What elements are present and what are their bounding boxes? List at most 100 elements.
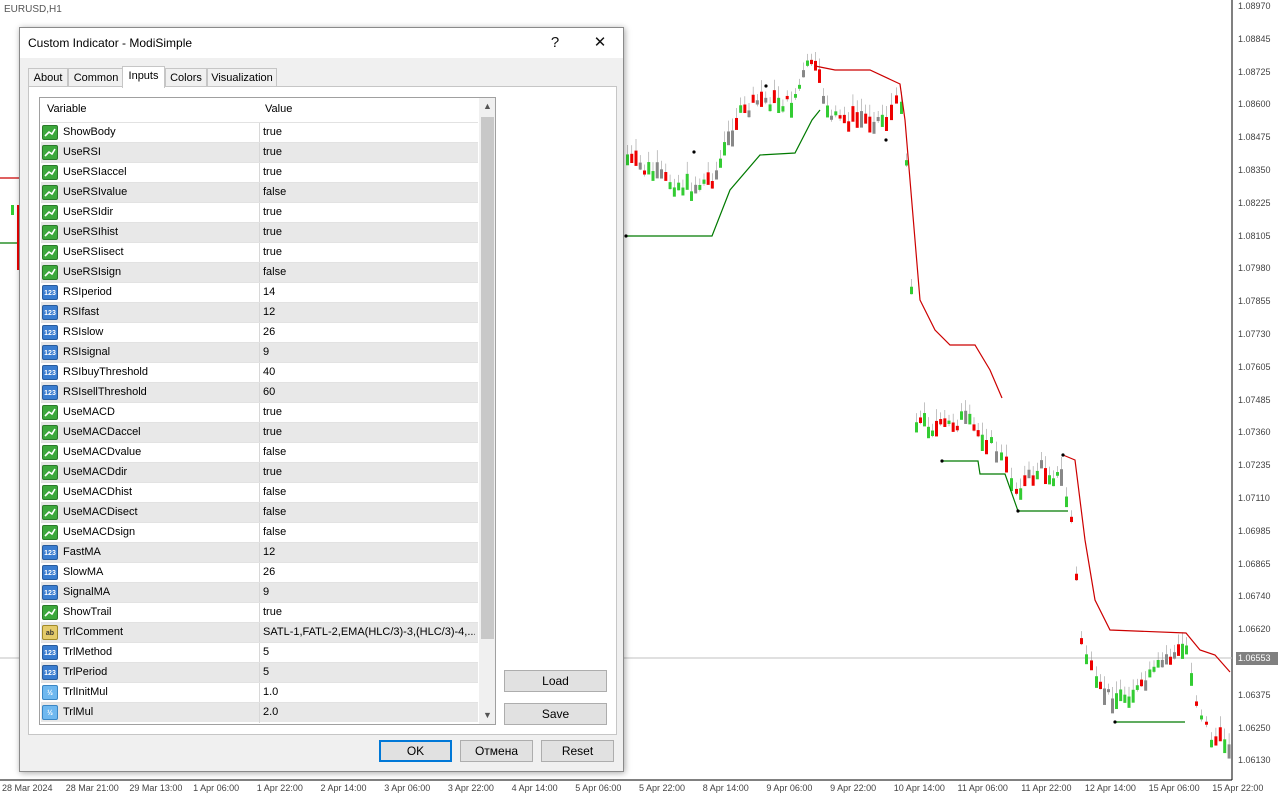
parameter-value[interactable]: 5 (263, 666, 475, 678)
parameter-value[interactable]: true (263, 466, 475, 478)
tab-about[interactable]: About (28, 68, 68, 87)
table-scrollbar[interactable]: ▲ ▼ (479, 98, 495, 724)
parameter-value[interactable]: true (263, 166, 475, 178)
parameter-row[interactable]: 123 RSIslow 26 (41, 322, 478, 343)
parameter-row[interactable]: 123 TrlPeriod 5 (41, 662, 478, 683)
parameter-row[interactable]: UseRSIvalue false (41, 182, 478, 203)
parameter-value[interactable]: 40 (263, 366, 475, 378)
time-axis-label: 12 Apr 14:00 (1084, 783, 1136, 793)
parameter-value[interactable]: false (263, 506, 475, 518)
parameter-value[interactable]: 2.0 (263, 706, 475, 718)
scroll-up-icon[interactable]: ▲ (479, 98, 495, 115)
parameter-row[interactable]: 123 RSIsignal 9 (41, 342, 478, 363)
parameter-row[interactable]: UseRSIdir true (41, 202, 478, 223)
parameter-name: RSIperiod (63, 286, 112, 298)
current-price-tag: 1.06553 (1236, 652, 1278, 665)
parameter-row[interactable]: ½ TrlMul 2.0 (41, 702, 478, 723)
parameter-row[interactable]: 123 SlowMA 26 (41, 562, 478, 583)
parameter-value[interactable]: true (263, 246, 475, 258)
dialog-title: Custom Indicator - ModiSimple (28, 36, 193, 50)
parameter-value[interactable]: true (263, 126, 475, 138)
time-axis-label: 5 Apr 06:00 (575, 783, 622, 793)
parameter-value[interactable]: true (263, 206, 475, 218)
parameter-value[interactable]: true (263, 426, 475, 438)
dialog-titlebar[interactable]: Custom Indicator - ModiSimple ? ✕ (20, 28, 623, 58)
tab-colors[interactable]: Colors (165, 68, 207, 87)
parameter-row[interactable]: ½ TrlInitMul 1.0 (41, 682, 478, 703)
load-button[interactable]: Load (504, 670, 607, 692)
close-button[interactable]: ✕ (580, 28, 620, 58)
parameter-name: RSIsignal (63, 346, 111, 358)
candle-body (694, 184, 698, 194)
parameter-value[interactable]: 26 (263, 326, 475, 338)
column-divider (259, 183, 260, 203)
parameter-row[interactable]: UseRSIhist true (41, 222, 478, 243)
parameters-table: Variable Value ShowBody true UseRSI true Use… (39, 97, 496, 725)
candle-body (919, 417, 922, 424)
reset-button[interactable]: Reset (541, 740, 614, 762)
parameter-row[interactable]: UseMACDaccel true (41, 422, 478, 443)
parameter-value[interactable]: SATL-1,FATL-2,EMA(HLC/3)-3,(HLC/3)-4,... (263, 626, 475, 638)
parameter-value[interactable]: 12 (263, 546, 475, 558)
trail-start-dot (624, 234, 628, 238)
parameter-row[interactable]: UseRSI true (41, 142, 478, 163)
parameter-value[interactable]: 60 (263, 386, 475, 398)
parameter-row[interactable]: UseMACDdir true (41, 462, 478, 483)
parameter-value[interactable]: false (263, 486, 475, 498)
candle-body (885, 117, 888, 131)
tab-visualization[interactable]: Visualization (207, 68, 277, 87)
parameter-row[interactable]: UseMACDhist false (41, 482, 478, 503)
parameter-value[interactable]: true (263, 146, 475, 158)
parameter-value[interactable]: 12 (263, 306, 475, 318)
parameter-value[interactable]: true (263, 606, 475, 618)
bool-type-icon (42, 265, 58, 280)
ok-button[interactable]: OK (379, 740, 452, 762)
parameter-value[interactable]: false (263, 266, 475, 278)
parameter-value[interactable]: false (263, 446, 475, 458)
candle-body (860, 111, 863, 128)
scroll-down-icon[interactable]: ▼ (479, 707, 495, 724)
candle-body (876, 117, 880, 122)
parameter-value[interactable]: 26 (263, 566, 475, 578)
column-value-header[interactable]: Value (265, 103, 292, 115)
parameter-value[interactable]: 9 (263, 346, 475, 358)
column-divider (259, 423, 260, 443)
parameter-value[interactable]: 5 (263, 646, 475, 658)
parameter-row[interactable]: UseRSIaccel true (41, 162, 478, 183)
parameter-value[interactable]: 14 (263, 286, 475, 298)
candle-body (690, 191, 693, 201)
parameter-row[interactable]: ab TrlComment SATL-1,FATL-2,EMA(HLC/3)-3,(… (41, 622, 478, 643)
parameter-row[interactable]: UseMACDvalue false (41, 442, 478, 463)
parameter-row[interactable]: 123 RSIsellThreshold 60 (41, 382, 478, 403)
column-variable-header[interactable]: Variable (47, 103, 87, 115)
parameter-row[interactable]: ShowBody true (41, 122, 478, 143)
parameter-value[interactable]: true (263, 226, 475, 238)
parameter-value[interactable]: true (263, 406, 475, 418)
scroll-thumb[interactable] (481, 117, 494, 639)
parameter-row[interactable]: 123 RSIperiod 14 (41, 282, 478, 303)
parameter-row[interactable]: UseMACD true (41, 402, 478, 423)
save-button[interactable]: Save (504, 703, 607, 725)
parameter-value[interactable]: 9 (263, 586, 475, 598)
tab-inputs[interactable]: Inputs (122, 66, 165, 88)
help-button[interactable]: ? (535, 28, 575, 58)
parameter-row[interactable]: UseMACDsign false (41, 522, 478, 543)
parameter-row[interactable]: 123 FastMA 12 (41, 542, 478, 563)
parameter-row[interactable]: 123 SignalMA 9 (41, 582, 478, 603)
parameter-row[interactable]: UseRSIisect true (41, 242, 478, 263)
candle-body (1140, 679, 1143, 687)
parameter-row[interactable]: UseRSIsign false (41, 262, 478, 283)
parameter-value[interactable]: false (263, 186, 475, 198)
parameter-row[interactable]: ShowTrail true (41, 602, 478, 623)
parameter-row[interactable]: 123 RSIbuyThreshold 40 (41, 362, 478, 383)
tab-common[interactable]: Common (68, 68, 124, 87)
parameter-row[interactable]: UseMACDisect false (41, 502, 478, 523)
parameter-value[interactable]: 1.0 (263, 686, 475, 698)
cancel-button[interactable]: Отмена (460, 740, 533, 762)
parameter-row[interactable]: 123 TrlMethod 5 (41, 642, 478, 663)
parameter-row[interactable]: 123 RSIfast 12 (41, 302, 478, 323)
trail-start-dot (884, 138, 888, 142)
candle-body (677, 182, 681, 191)
parameter-value[interactable]: false (263, 526, 475, 538)
price-axis-label: 1.06620 (1238, 624, 1271, 635)
